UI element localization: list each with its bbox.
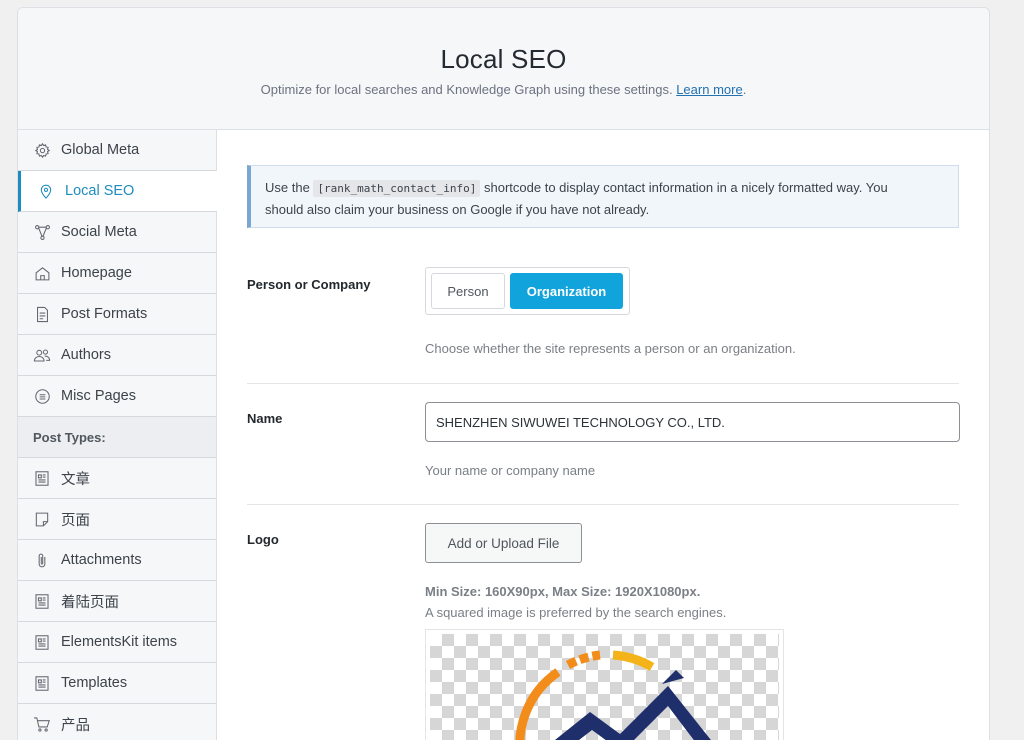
sidebar-item-label: 文章 xyxy=(61,471,90,488)
notice-text-after: shortcode to display contact information… xyxy=(484,180,888,195)
sidebar-item-label: Post Formats xyxy=(61,306,148,322)
sidebar-item-label: Authors xyxy=(61,347,111,363)
add-upload-file-button[interactable]: Add or Upload File xyxy=(425,523,582,563)
logo-size-note: Min Size: 160X90px, Max Size: 1920X1080p… xyxy=(425,584,701,599)
learn-more-link[interactable]: Learn more xyxy=(676,82,742,97)
post-icon xyxy=(33,674,51,692)
name-input[interactable]: SHENZHEN SIWUWEI TECHNOLOGY CO., LTD. xyxy=(425,402,960,442)
name-description: Your name or company name xyxy=(425,463,596,478)
sidebar-item-homepage[interactable]: Homepage xyxy=(18,253,216,294)
users-icon xyxy=(33,346,51,364)
logo-description: A squared image is preferred by the sear… xyxy=(425,605,727,620)
sidebar-item-label: Misc Pages xyxy=(61,388,136,404)
sidebar-item-label: 着陆页面 xyxy=(61,594,119,611)
notice-text-line2: should also claim your business on Googl… xyxy=(265,202,650,217)
logo-preview[interactable] xyxy=(425,629,784,740)
sidebar-item-authors[interactable]: Authors xyxy=(18,335,216,376)
person-option[interactable]: Person xyxy=(431,273,505,309)
sidebar-item-label: Global Meta xyxy=(61,142,140,158)
location-pin-icon xyxy=(37,182,55,200)
sidebar-item-post-type[interactable]: 文章 xyxy=(18,458,216,499)
sidebar-item-label: Social Meta xyxy=(61,224,137,240)
sidebar-item-global-meta[interactable]: Global Meta xyxy=(18,130,216,171)
notice-text-before: Use the xyxy=(265,180,310,195)
cart-icon xyxy=(33,715,51,733)
document-icon xyxy=(33,305,51,323)
name-input-value: SHENZHEN SIWUWEI TECHNOLOGY CO., LTD. xyxy=(436,414,725,430)
person-company-description: Choose whether the site represents a per… xyxy=(425,341,796,356)
field-divider xyxy=(247,504,959,505)
sidebar-item-label: 页面 xyxy=(61,512,90,529)
post-types-section-label: Post Types: xyxy=(18,417,216,458)
settings-sidebar: Global Meta Local SEO Social Meta Homepa… xyxy=(18,130,217,740)
sidebar-item-post-type[interactable]: Templates xyxy=(18,663,216,704)
sidebar-item-label: Templates xyxy=(61,675,128,691)
subtitle-text: Optimize for local searches and Knowledg… xyxy=(260,82,673,97)
logo-image xyxy=(430,634,779,740)
page-header: Local SEO Optimize for local searches an… xyxy=(18,8,989,130)
sidebar-item-label: 产品 xyxy=(61,717,90,734)
share-nodes-icon xyxy=(33,223,51,241)
sidebar-item-label: ElementsKit items xyxy=(61,634,178,650)
sidebar-item-post-type[interactable]: ElementsKit items xyxy=(18,622,216,663)
person-company-toggle: Person Organization xyxy=(425,267,630,315)
sidebar-item-post-type[interactable]: 着陆页面 xyxy=(18,581,216,622)
shortcode-snippet: [rank_math_contact_info] xyxy=(313,180,481,197)
person-company-label: Person or Company xyxy=(247,277,371,292)
sidebar-item-label: Local SEO xyxy=(65,183,135,199)
sidebar-item-label: Attachments xyxy=(61,552,142,568)
sidebar-item-post-type[interactable]: 产品 xyxy=(18,704,216,740)
field-divider xyxy=(247,383,959,384)
post-icon xyxy=(33,592,51,610)
sidebar-item-local-seo[interactable]: Local SEO xyxy=(18,171,217,212)
sidebar-item-post-formats[interactable]: Post Formats xyxy=(18,294,216,335)
list-circle-icon xyxy=(33,387,51,405)
sidebar-item-post-type[interactable]: Attachments xyxy=(18,540,216,581)
post-icon xyxy=(33,469,51,487)
logo-label: Logo xyxy=(247,532,279,547)
post-icon xyxy=(33,633,51,651)
sidebar-item-label: Homepage xyxy=(61,265,132,281)
organization-option[interactable]: Organization xyxy=(510,273,623,309)
sidebar-item-social-meta[interactable]: Social Meta xyxy=(18,212,216,253)
paperclip-icon xyxy=(33,551,51,569)
page-subtitle: Optimize for local searches and Knowledg… xyxy=(18,82,989,97)
page-icon xyxy=(33,510,51,528)
gear-icon xyxy=(33,141,51,159)
home-icon xyxy=(33,264,51,282)
sidebar-item-misc-pages[interactable]: Misc Pages xyxy=(18,376,216,417)
sidebar-item-post-type[interactable]: 页面 xyxy=(18,499,216,540)
settings-panel: Local SEO Optimize for local searches an… xyxy=(17,7,990,740)
name-label: Name xyxy=(247,411,283,426)
shortcode-notice: Use the [rank_math_contact_info] shortco… xyxy=(247,165,959,228)
subtitle-period: . xyxy=(742,82,747,97)
page-title: Local SEO xyxy=(440,44,567,74)
